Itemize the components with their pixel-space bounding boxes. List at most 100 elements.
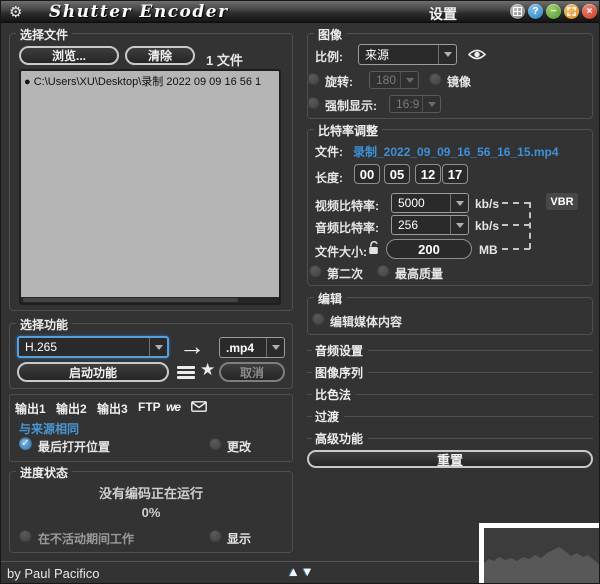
- window-grid-button[interactable]: [510, 4, 525, 19]
- chevron-down-icon[interactable]: [438, 45, 456, 64]
- change-label[interactable]: 更改: [227, 438, 251, 455]
- section-transition[interactable]: 过渡: [307, 409, 593, 423]
- start-function-button[interactable]: 启动功能: [17, 362, 169, 382]
- best-quality-label[interactable]: 最高质量: [395, 265, 443, 282]
- grid-icon: [513, 7, 522, 16]
- tab-output3[interactable]: 输出3: [97, 400, 128, 417]
- chevron-down-icon[interactable]: [450, 194, 468, 212]
- codec-select[interactable]: H.265: [17, 336, 169, 358]
- favorite-star-icon[interactable]: ★: [200, 360, 215, 380]
- transition-label[interactable]: 过渡: [315, 408, 344, 425]
- mail-icon[interactable]: [191, 401, 207, 415]
- app-title: Shutter Encoder: [49, 2, 229, 22]
- help-button[interactable]: ?: [528, 4, 543, 19]
- filesize-label: 文件大小:: [315, 243, 367, 260]
- dashed-connector: [529, 202, 531, 249]
- edit-media-label[interactable]: 编辑媒体内容: [330, 313, 402, 330]
- reset-button[interactable]: 重置: [307, 450, 593, 468]
- extension-select[interactable]: .mp4: [219, 337, 285, 358]
- display-checkbox[interactable]: [209, 529, 222, 542]
- minimize-button[interactable]: −: [546, 4, 561, 19]
- duration-hours[interactable]: 00: [354, 164, 380, 184]
- vbr-button[interactable]: VBR: [546, 193, 578, 210]
- select-files-legend: 选择文件: [16, 26, 72, 43]
- open-last-checkbox[interactable]: ✓: [19, 437, 32, 450]
- duration-minutes[interactable]: 05: [384, 164, 410, 184]
- filesize-field[interactable]: 200: [386, 239, 472, 259]
- force-display-value: 16:9: [390, 96, 422, 112]
- rotate-select: 180: [369, 71, 419, 89]
- chevron-down-icon[interactable]: [450, 216, 468, 234]
- tab-ftp[interactable]: FTP: [138, 400, 161, 414]
- section-advanced[interactable]: 高级功能: [307, 431, 593, 445]
- credit-label: by Paul Pacifico: [7, 566, 100, 581]
- audio-bitrate-select[interactable]: 256: [391, 215, 469, 235]
- collapse-arrows[interactable]: ▲▼: [287, 564, 315, 579]
- image-sequence-label[interactable]: 图像序列: [315, 364, 368, 381]
- ratio-label: 比例:: [315, 48, 343, 65]
- queue-menu-icon[interactable]: [177, 366, 195, 379]
- triangle-up-icon[interactable]: ▲: [287, 564, 301, 579]
- file-list-scrollbar[interactable]: [19, 297, 281, 305]
- file-count-label: 1 文件: [206, 50, 243, 69]
- title-bar: ⚙ Shutter Encoder 设置 ? − ×: [1, 1, 600, 23]
- work-inactive-checkbox[interactable]: [19, 529, 32, 542]
- duration-label: 长度:: [315, 169, 343, 186]
- audio-settings-label[interactable]: 音频设置: [315, 342, 368, 359]
- duration-frames[interactable]: 17: [442, 164, 468, 184]
- file-label: 文件:: [315, 143, 343, 160]
- rotate-label[interactable]: 旋转:: [325, 73, 353, 90]
- progress-legend: 进度状态: [16, 464, 72, 481]
- display-label[interactable]: 显示: [227, 530, 251, 547]
- cancel-button[interactable]: 取消: [219, 362, 285, 382]
- gear-icon[interactable]: ⚙: [9, 3, 22, 21]
- section-audio-settings[interactable]: 音频设置: [307, 343, 593, 357]
- waveform-silhouette: [484, 545, 600, 584]
- file-list-item[interactable]: ● C:\Users\XU\Desktop\录制 2022 09 09 16 5…: [21, 71, 279, 91]
- audio-bitrate-label: 音频比特率:: [315, 219, 379, 236]
- current-file-name: 录制_2022_09_09_16_56_16_15.mp4: [353, 143, 559, 160]
- audio-bitrate-value: 256: [392, 216, 450, 234]
- lock-icon[interactable]: [367, 240, 380, 260]
- change-checkbox[interactable]: [209, 437, 222, 450]
- video-bitrate-select[interactable]: 5000: [391, 193, 469, 213]
- force-display-checkbox[interactable]: [307, 96, 320, 109]
- close-button[interactable]: ×: [582, 4, 597, 19]
- same-as-source-label: 与来源相同: [19, 420, 79, 437]
- file-list[interactable]: ● C:\Users\XU\Desktop\录制 2022 09 09 16 5…: [19, 69, 281, 297]
- preview-eye-button[interactable]: [468, 48, 486, 66]
- mirror-label[interactable]: 镜像: [447, 73, 471, 90]
- media-icon[interactable]: we: [166, 400, 180, 414]
- settings-menu[interactable]: 设置: [429, 4, 457, 24]
- colorimetry-label[interactable]: 比色法: [315, 386, 356, 403]
- work-inactive-label: 在不活动期间工作: [38, 530, 134, 547]
- ratio-select[interactable]: 来源: [358, 44, 457, 65]
- rotate-value: 180: [370, 72, 400, 88]
- scrollbar-thumb[interactable]: [23, 298, 238, 302]
- maximize-button[interactable]: [564, 4, 579, 19]
- best-quality-checkbox[interactable]: [377, 264, 390, 277]
- rotate-checkbox[interactable]: [307, 72, 320, 85]
- select-function-legend: 选择功能: [16, 316, 72, 333]
- tab-output2[interactable]: 输出2: [56, 400, 87, 417]
- edit-media-checkbox[interactable]: [312, 312, 325, 325]
- two-pass-label[interactable]: 第二次: [327, 265, 363, 282]
- video-bitrate-label: 视频比特率:: [315, 197, 379, 214]
- force-display-label[interactable]: 强制显示:: [325, 97, 377, 114]
- open-last-label[interactable]: 最后打开位置: [38, 438, 110, 455]
- section-image-sequence[interactable]: 图像序列: [307, 365, 593, 379]
- mirror-checkbox[interactable]: [429, 72, 442, 85]
- duration-seconds[interactable]: 12: [415, 164, 441, 184]
- maximize-icon: [567, 7, 576, 16]
- browse-button[interactable]: 浏览...: [19, 46, 119, 65]
- advanced-features-label[interactable]: 高级功能: [315, 430, 368, 447]
- triangle-down-icon[interactable]: ▼: [301, 564, 315, 579]
- tab-output1[interactable]: 输出1: [15, 400, 46, 417]
- video-bitrate-unit: kb/s: [475, 197, 499, 211]
- chevron-down-icon[interactable]: [266, 338, 284, 357]
- two-pass-checkbox[interactable]: [309, 264, 322, 277]
- chevron-down-icon[interactable]: [149, 338, 167, 356]
- section-colorimetry[interactable]: 比色法: [307, 387, 593, 401]
- clear-button[interactable]: 清除: [125, 46, 195, 65]
- filesize-unit: MB: [479, 243, 498, 257]
